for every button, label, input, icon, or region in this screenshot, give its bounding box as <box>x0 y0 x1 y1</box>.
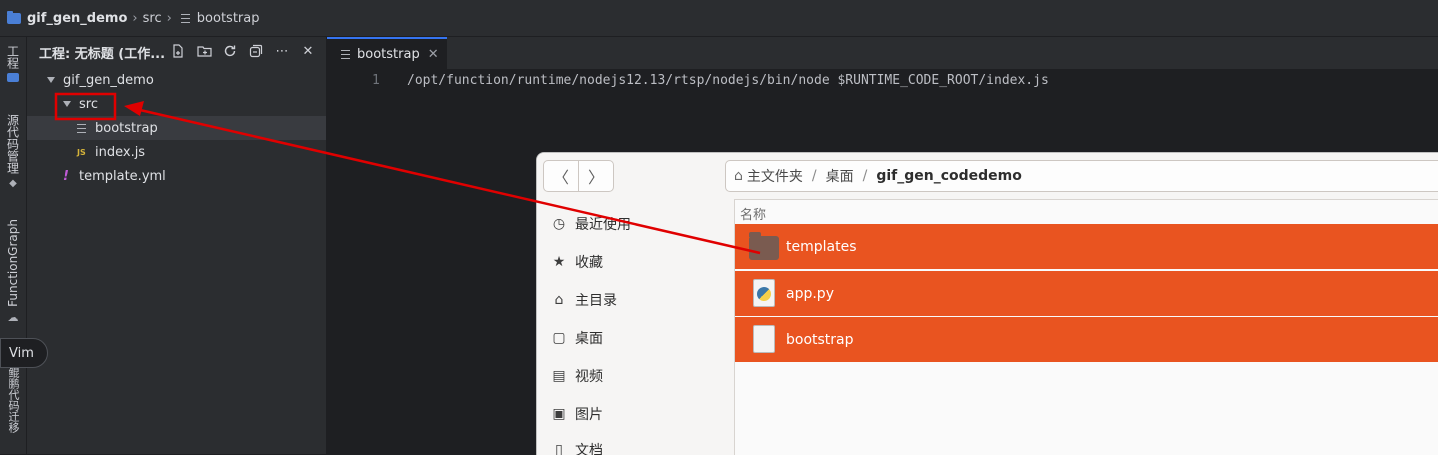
path-separator: / <box>811 168 817 184</box>
path-segment-home[interactable]: 主文件夹 <box>747 166 803 186</box>
tab-source-control[interactable]: 源代码管理 ◆ <box>0 114 26 189</box>
path-separator: / <box>862 168 868 184</box>
more-options-icon[interactable]: ⋯ <box>274 43 290 59</box>
tab-bootstrap[interactable]: bootstrap ✕ <box>327 37 447 69</box>
python-file-icon <box>749 278 779 309</box>
tree-item-bootstrap[interactable]: bootstrap <box>27 116 326 140</box>
close-icon[interactable]: ✕ <box>300 43 316 59</box>
star-icon: ★ <box>552 254 566 270</box>
code-line[interactable]: /opt/function/runtime/nodejs12.13/rtsp/n… <box>407 73 1049 88</box>
desktop-icon: ▢ <box>552 330 566 346</box>
sidebar-item-home[interactable]: ⌂ 主目录 <box>551 290 617 310</box>
line-number: 1 <box>372 73 380 88</box>
tree-item-src[interactable]: src <box>27 92 326 116</box>
navigation-buttons: 〈 〉 <box>543 160 614 192</box>
tab-code-migration[interactable]: 鲲鹏代码迁移 <box>0 367 26 433</box>
close-icon[interactable]: ✕ <box>428 47 439 62</box>
video-icon: ▤ <box>552 368 566 384</box>
places-sidebar: 〈 〉 ◷ 最近使用 ★ 收藏 ⌂ 主目录 ▢ 桌面 ▤ 视频 ▣ 图片 ▯ 文 <box>537 153 735 455</box>
refresh-icon[interactable] <box>222 43 238 59</box>
project-panel: 工程: 无标题 (工作... ⋯ ✕ gif_gen_demo src boot… <box>27 37 327 454</box>
file-row-templates[interactable]: templates <box>735 224 1438 269</box>
tab-functiongraph[interactable]: FunctionGraph ☁ <box>0 219 26 324</box>
breadcrumb-folder[interactable]: src <box>143 11 162 26</box>
tree-item-index-js[interactable]: JS index.js <box>27 140 326 164</box>
sidebar-item-videos[interactable]: ▤ 视频 <box>551 366 603 386</box>
file-manager-header: ⌂ 主文件夹 / 桌面 / gif_gen_codedemo <box>725 153 1438 200</box>
sidebar-item-starred[interactable]: ★ 收藏 <box>551 252 603 272</box>
vim-tooltip: Vim <box>0 338 48 368</box>
breadcrumb-file[interactable]: bootstrap <box>177 11 260 26</box>
document-icon: ▯ <box>555 442 563 455</box>
file-row-bootstrap[interactable]: bootstrap <box>735 317 1438 362</box>
column-header-name[interactable]: 名称 <box>740 204 766 223</box>
text-file-icon <box>180 13 190 23</box>
home-icon: ⌂ <box>554 292 564 308</box>
text-file-icon <box>77 123 86 133</box>
path-segment-current[interactable]: gif_gen_codedemo <box>876 168 1022 184</box>
project-icon <box>7 73 19 82</box>
file-manager-window: 〈 〉 ◷ 最近使用 ★ 收藏 ⌂ 主目录 ▢ 桌面 ▤ 视频 ▣ 图片 ▯ 文 <box>536 152 1438 455</box>
editor-tabs: bootstrap ✕ <box>327 37 1438 70</box>
sidebar-item-recent[interactable]: ◷ 最近使用 <box>551 214 631 234</box>
folder-icon <box>749 231 779 262</box>
text-file-icon <box>341 49 350 59</box>
tab-project[interactable]: 工程 <box>0 45 26 82</box>
text-file-icon <box>749 324 779 355</box>
chevron-down-icon <box>47 77 55 83</box>
tree-item-template-yml[interactable]: ! template.yml <box>27 164 326 188</box>
new-file-icon[interactable] <box>170 43 186 59</box>
path-segment-desktop[interactable]: 桌面 <box>826 166 854 186</box>
sidebar-item-pictures[interactable]: ▣ 图片 <box>551 404 603 424</box>
file-row-app-py[interactable]: app.py <box>735 271 1438 316</box>
new-folder-icon[interactable] <box>196 43 212 59</box>
collapse-all-icon[interactable] <box>248 43 264 59</box>
cloud-icon: ☁ <box>7 310 19 324</box>
picture-icon: ▣ <box>552 406 566 422</box>
yaml-file-icon: ! <box>63 168 69 184</box>
home-icon: ⌂ <box>734 168 743 184</box>
tree-item-gif-gen-demo[interactable]: gif_gen_demo <box>27 68 326 92</box>
path-bar: ⌂ 主文件夹 / 桌面 / gif_gen_codedemo <box>725 160 1438 192</box>
folder-icon <box>7 10 21 24</box>
breadcrumb: gif_gen_demo › src › bootstrap <box>0 0 1438 37</box>
sidebar-item-documents[interactable]: ▯ 文档 <box>551 440 603 455</box>
forward-button[interactable]: 〉 <box>578 161 613 191</box>
breadcrumb-separator: › <box>132 10 138 26</box>
javascript-file-icon: JS <box>77 147 86 157</box>
breadcrumb-project[interactable]: gif_gen_demo <box>0 10 127 26</box>
git-icon: ◆ <box>9 178 17 189</box>
sidebar-item-desktop[interactable]: ▢ 桌面 <box>551 328 603 348</box>
activity-bar: 工程 源代码管理 ◆ FunctionGraph ☁ 鲲鹏代码迁移 <box>0 37 27 454</box>
back-button[interactable]: 〈 <box>544 161 578 191</box>
chevron-down-icon <box>63 101 71 107</box>
panel-toolbar: ⋯ ✕ <box>170 43 316 59</box>
clock-icon: ◷ <box>552 216 566 232</box>
breadcrumb-separator: › <box>166 10 172 26</box>
